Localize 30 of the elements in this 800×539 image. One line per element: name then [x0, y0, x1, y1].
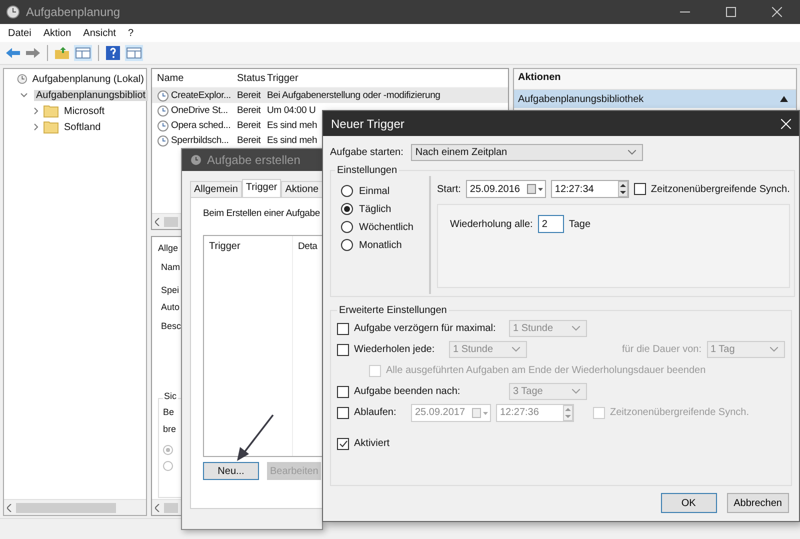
window-title: Aufgabenplanung	[26, 5, 120, 19]
field-label: Auto	[161, 302, 180, 314]
group-title: Erweiterte Einstellungen	[338, 305, 448, 316]
dialog-title: Aufgabe erstellen	[207, 153, 300, 167]
field-label: für die Dauer von:	[622, 344, 702, 355]
field-label: Wiederholung alle:	[450, 218, 533, 230]
table-cell-text: Es sind meh	[266, 120, 318, 131]
unit-label: Tage	[568, 218, 591, 230]
table-cell-text: Um 04:00 U	[266, 105, 316, 116]
table-cell: CreateExplor...	[171, 90, 231, 101]
field-label: Start:	[437, 184, 461, 194]
table-cell: Opera sched...	[171, 120, 231, 131]
hint-text: Beim Erstellen einer Aufgabe	[203, 208, 321, 219]
dialog-title: Neuer Trigger	[331, 116, 404, 130]
table-cell-text: Bereit	[236, 120, 262, 131]
table-cell-text: Bereit	[236, 90, 262, 101]
table-cell-text: Es sind meh	[266, 135, 318, 146]
table-cell: OneDrive St...	[171, 105, 228, 116]
field-label: Besc	[161, 321, 182, 333]
table-cell-text: Bereit	[236, 135, 262, 146]
table-cell: Sperrbildsch...	[171, 135, 229, 146]
field-label: Spei	[161, 285, 180, 297]
group-title: Sic	[163, 391, 178, 401]
field-label: Nam	[161, 262, 180, 274]
group-text: Be	[163, 407, 176, 419]
table-cell-text: Bereit	[236, 105, 262, 116]
field-label: Aufgabe starten:	[330, 147, 404, 158]
group-title: Einstellungen	[336, 165, 398, 176]
group-text: bre	[163, 424, 178, 436]
table-cell-text: Bei Aufgabenerstellung oder -modifizierung	[266, 90, 440, 101]
